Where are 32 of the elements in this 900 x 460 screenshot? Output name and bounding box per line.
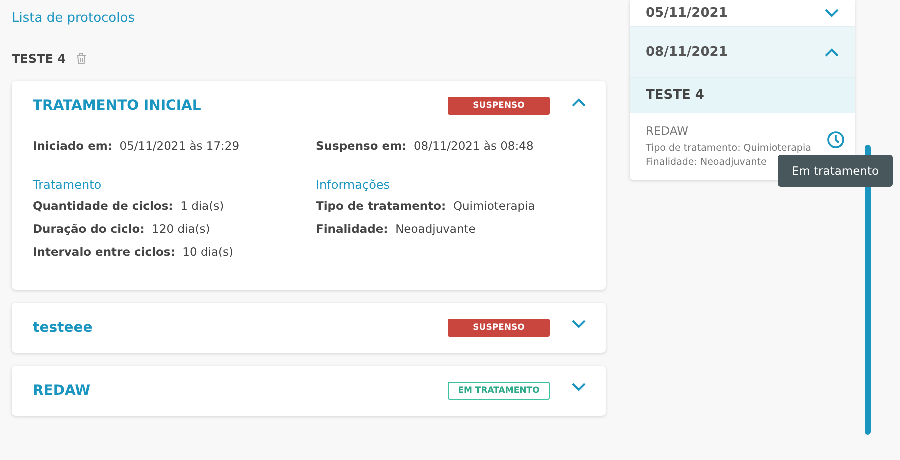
- treatment-title: testeee: [33, 320, 94, 336]
- chevron-up-icon: [572, 98, 586, 107]
- date-label: 08/11/2021: [646, 44, 728, 60]
- end-date: Suspenso em: 08/11/2021 às 08:48: [316, 139, 535, 153]
- section-heading: Tratamento: [33, 178, 103, 192]
- protocol-title: TESTE 4: [12, 52, 66, 66]
- chevron-down-icon: [825, 8, 839, 18]
- protocol-header: TESTE 4: [630, 78, 855, 113]
- tooltip: Em tratamento: [778, 155, 893, 187]
- detail-field: Quantidade de ciclos: 1 dia(s): [33, 199, 316, 213]
- date-label: 05/11/2021: [646, 6, 728, 20]
- treatment-title: REDAW: [33, 383, 92, 399]
- entry-detail: Tipo de tratamento: Quimioterapia: [646, 142, 812, 156]
- status-badge: EM TRATAMENTO: [448, 382, 550, 400]
- chevron-up-icon: [825, 48, 839, 56]
- chevron-down-icon: [572, 320, 586, 329]
- chevron-down-icon: [572, 383, 586, 392]
- entry-title: REDAW: [646, 124, 690, 138]
- detail-field: Intervalo entre ciclos: 10 dia(s): [33, 245, 316, 259]
- detail-field: Tipo de tratamento: Quimioterapia: [316, 199, 588, 213]
- treatment-title: TRATAMENTO INICIAL: [33, 98, 202, 114]
- trash-icon[interactable]: [76, 53, 87, 65]
- detail-field: Finalidade: Neoadjuvante: [316, 222, 588, 236]
- detail-field: Duração do ciclo: 120 dia(s): [33, 222, 316, 236]
- clock-icon[interactable]: [827, 131, 845, 149]
- entry-detail: Finalidade: Neoadjuvante: [646, 156, 768, 170]
- section-heading: Informações: [316, 178, 392, 192]
- date-row[interactable]: 05/11/2021: [630, 0, 855, 27]
- status-badge: SUSPENSO: [448, 97, 550, 115]
- date-row[interactable]: 08/11/2021: [630, 27, 855, 78]
- start-date: Iniciado em: 05/11/2021 às 17:29: [33, 139, 241, 153]
- status-badge: SUSPENSO: [448, 319, 550, 337]
